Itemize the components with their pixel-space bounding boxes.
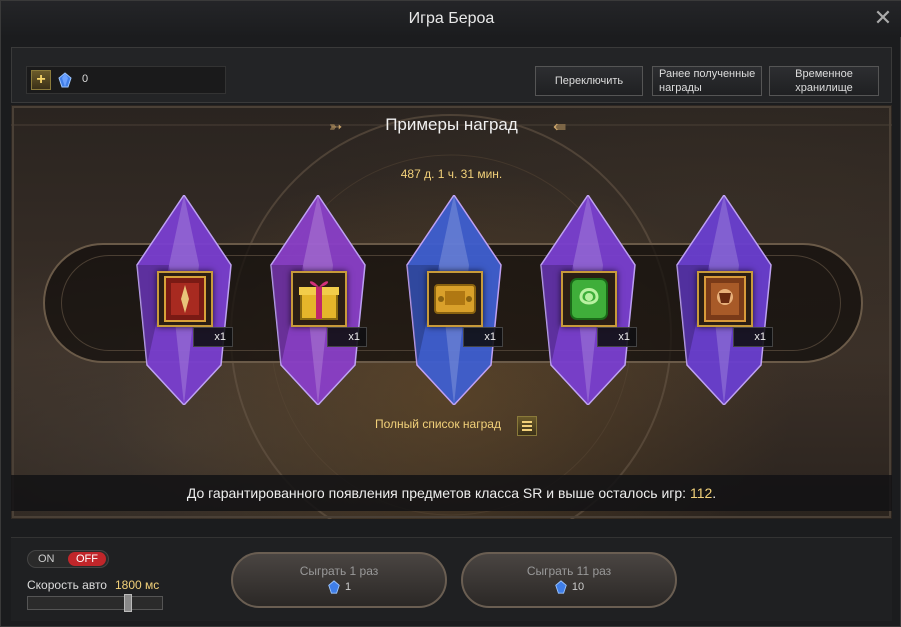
toggle-off-label: OFF — [68, 552, 106, 566]
blue-gem-icon — [555, 580, 567, 594]
bottom-controls: ON OFF Скорость авто 1800 мс Сыграть 1 р… — [11, 537, 892, 621]
full-reward-list-label[interactable]: Полный список наград — [375, 417, 501, 431]
blue-gem-icon — [58, 72, 72, 88]
reward-quantity: x1 — [733, 327, 773, 347]
reward-stage: Примеры наград ➳ ⇚ 487 д. 1 ч. 31 мин. x… — [11, 105, 892, 519]
play-once-label: Сыграть 1 раз — [299, 564, 379, 578]
green-scroll-icon — [570, 278, 608, 320]
event-timer: 487 д. 1 ч. 31 мин. — [400, 167, 503, 181]
arrow-left-icon: ➳ — [329, 119, 343, 136]
reward-slot[interactable]: x1 — [669, 195, 779, 405]
reward-quantity: x1 — [463, 327, 503, 347]
list-icon[interactable] — [517, 416, 537, 436]
play-eleven-button[interactable]: Сыграть 11 раз 10 — [461, 552, 677, 608]
switch-button[interactable]: Переключить — [535, 66, 643, 96]
guarantee-text: До гарантированного появления предметов … — [186, 485, 687, 501]
reward-quantity: x1 — [597, 327, 637, 347]
title-bar: Игра Бероа ✕ — [1, 1, 901, 37]
top-toolbar: + 0 Переключить Ранее полученные награды… — [11, 47, 892, 103]
reward-quantity: x1 — [193, 327, 233, 347]
reward-item[interactable] — [561, 271, 617, 327]
guarantee-count: 112 — [689, 485, 713, 501]
window-title: Игра Бероа — [408, 10, 495, 27]
currency-display: + 0 — [26, 66, 226, 94]
temporary-storage-button[interactable]: Временное хранилище — [769, 66, 879, 96]
reward-item[interactable] — [291, 271, 347, 327]
play-eleven-cost: 10 — [571, 581, 585, 593]
reward-slot[interactable]: x1 — [129, 195, 239, 405]
guarantee-suffix: . — [712, 485, 717, 501]
auto-toggle[interactable]: ON OFF — [27, 550, 109, 568]
bronze-tome-icon — [704, 276, 746, 322]
reward-item[interactable] — [697, 271, 753, 327]
currency-value: 0 — [82, 73, 89, 85]
close-icon[interactable]: ✕ — [872, 7, 894, 29]
reward-quantity: x1 — [327, 327, 367, 347]
game-window: Игра Бероа ✕ + 0 Переключить Ранее получ… — [0, 0, 901, 627]
reward-slot[interactable]: x1 — [399, 195, 509, 405]
slider-handle[interactable] — [124, 594, 132, 612]
guarantee-counter: До гарантированного появления предметов … — [11, 475, 892, 511]
previous-rewards-button[interactable]: Ранее полученные награды — [652, 66, 762, 96]
play-once-cost: 1 — [344, 581, 352, 593]
blue-gem-icon — [328, 580, 340, 594]
play-eleven-label: Сыграть 11 раз — [526, 564, 612, 578]
reward-item[interactable] — [157, 271, 213, 327]
section-title: Примеры наград — [385, 115, 518, 134]
arrow-right-icon: ⇚ — [553, 119, 567, 136]
reward-item[interactable] — [427, 271, 483, 327]
gift-box-icon — [299, 281, 339, 320]
gold-ticket-icon — [434, 284, 476, 314]
add-currency-button[interactable]: + — [31, 70, 51, 90]
auto-speed-label: Скорость авто — [27, 578, 107, 592]
auto-speed-value: 1800 мс — [115, 578, 160, 592]
auto-speed-slider[interactable] — [27, 594, 163, 612]
reward-slot[interactable]: x1 — [533, 195, 643, 405]
red-tome-icon — [164, 276, 206, 322]
toggle-on-label: ON — [38, 553, 55, 565]
play-once-button[interactable]: Сыграть 1 раз 1 — [231, 552, 447, 608]
reward-slot[interactable]: x1 — [263, 195, 373, 405]
